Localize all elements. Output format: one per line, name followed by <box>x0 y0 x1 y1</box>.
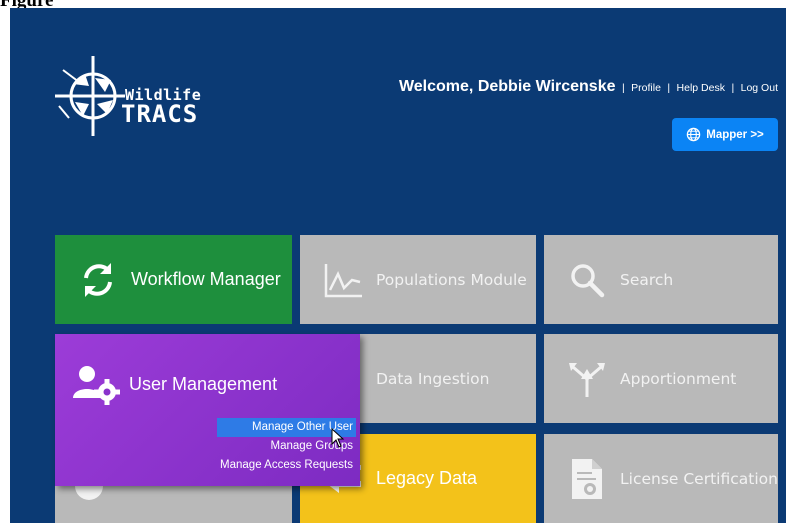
tile-search[interactable]: Search <box>544 235 778 324</box>
app-window: Wildlife TRACS Welcome, Debbie Wircenske… <box>10 8 786 523</box>
split-arrows-icon <box>562 354 612 404</box>
mouse-pointer-icon <box>331 428 345 448</box>
mapper-button[interactable]: Mapper >> <box>672 118 778 151</box>
tile-license-certification[interactable]: License Certification <box>544 434 778 523</box>
welcome-bar: Welcome, Debbie Wircenske | Profile | He… <box>399 78 778 96</box>
tile-populations-module[interactable]: Populations Module <box>300 235 536 324</box>
welcome-text: Welcome, Debbie Wircenske <box>398 78 616 95</box>
mapper-label: Mapper >> <box>706 128 764 141</box>
tile-label: Legacy Data <box>376 468 478 488</box>
logo-emblem-icon <box>55 56 125 136</box>
menu-item-manage-access-requests[interactable]: Manage Access Requests <box>217 456 356 475</box>
user-gear-icon <box>71 359 123 409</box>
logo-text-tracs: TRACS <box>121 100 199 128</box>
separator: | <box>667 82 671 94</box>
line-chart-icon <box>318 255 368 305</box>
refresh-arrows-icon <box>73 255 123 305</box>
separator: | <box>621 82 625 94</box>
tile-user-management[interactable]: User Management Manage Other User Manage… <box>55 334 360 486</box>
tile-apportionment[interactable]: Apportionment <box>544 334 778 423</box>
tile-label: Workflow Manager <box>131 269 281 289</box>
certificate-document-icon <box>562 454 612 504</box>
tile-label: License Certification <box>620 469 778 488</box>
log-out-link[interactable]: Log Out <box>741 82 778 94</box>
globe-icon <box>686 127 701 142</box>
help-desk-link[interactable]: Help Desk <box>677 82 725 94</box>
tile-label: Populations Module <box>376 270 527 289</box>
separator: | <box>731 82 735 94</box>
tile-label: Search <box>620 270 674 289</box>
partial-icon <box>75 482 103 500</box>
tile-label: Apportionment <box>620 369 737 388</box>
wildlife-tracs-logo[interactable]: Wildlife TRACS <box>55 56 215 136</box>
tile-workflow-manager[interactable]: Workflow Manager <box>55 235 292 324</box>
tile-label: Data Ingestion <box>376 369 490 388</box>
profile-link[interactable]: Profile <box>631 82 661 94</box>
tile-label: User Management <box>129 373 278 394</box>
magnifier-icon <box>562 255 612 305</box>
